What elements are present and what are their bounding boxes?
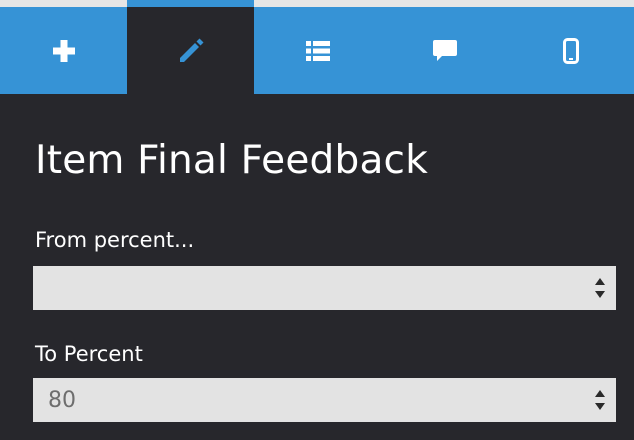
spinner-down-icon[interactable]: [595, 291, 605, 298]
from-percent-spinner[interactable]: [593, 266, 607, 310]
feedback-panel: Item Final Feedback From percent... To P…: [0, 94, 634, 440]
list-icon: [305, 40, 330, 61]
spinner-down-icon[interactable]: [595, 403, 605, 410]
tab-list[interactable]: [254, 7, 381, 94]
tab-edit[interactable]: [127, 0, 254, 94]
page-title: Item Final Feedback: [35, 138, 428, 183]
tab-feedback[interactable]: [381, 7, 508, 94]
tab-add[interactable]: [0, 7, 127, 94]
to-percent-spinner[interactable]: [593, 378, 607, 422]
spinner-up-icon[interactable]: [595, 278, 605, 285]
mobile-phone-icon: [563, 37, 579, 64]
to-percent-value: 80: [48, 387, 76, 413]
from-percent-input[interactable]: [33, 266, 616, 310]
editor-toolbar: [0, 0, 634, 94]
to-percent-input[interactable]: 80: [33, 378, 616, 422]
plus-icon: [52, 39, 75, 62]
spinner-up-icon[interactable]: [595, 390, 605, 397]
top-strip: [0, 0, 634, 7]
tab-mobile-preview[interactable]: [508, 7, 634, 94]
pencil-icon: [179, 38, 203, 62]
speech-bubble-icon: [432, 39, 457, 61]
from-percent-label: From percent...: [35, 228, 195, 252]
to-percent-label: To Percent: [35, 342, 143, 366]
